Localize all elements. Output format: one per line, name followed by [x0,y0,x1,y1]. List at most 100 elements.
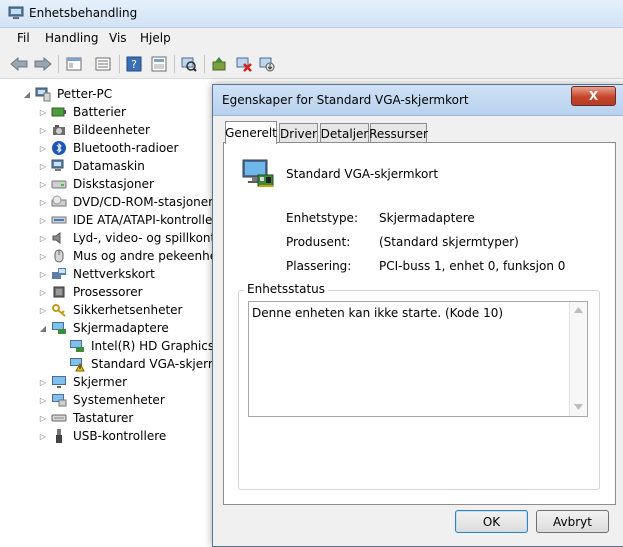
back-arrow-icon[interactable] [9,54,29,74]
keyboard-icon [51,410,67,426]
scroll-up-icon[interactable] [574,307,583,313]
collapsed-arrow-icon[interactable]: ▷ [38,247,48,265]
tree-item[interactable]: ▷ Prosessorer [38,283,145,301]
tree-item[interactable]: ▷ Datamaskin [38,157,147,175]
bluetooth-icon [51,140,67,156]
device-type-value: Skjermadaptere [379,211,475,225]
menu-action[interactable]: Handling [45,31,99,45]
properties-dialog: Egenskaper for Standard VGA-skjermkort X… [212,84,623,547]
properties-view-icon[interactable] [64,54,84,74]
device-status-textbox[interactable]: Denne enheten kan ikke starte. (Kode 10) [248,301,588,417]
status-scrollbar[interactable] [569,302,587,416]
warning-display-adapter-icon [69,356,85,372]
tab-details[interactable]: Detaljer [320,123,369,143]
tree-item-label: IDE ATA/ATAPI-kontroller [73,213,218,227]
tree-item-label: Systemenheter [73,393,165,407]
tab-driver[interactable]: Driver [279,123,318,143]
collapsed-arrow-icon[interactable]: ▷ [38,283,48,301]
collapsed-arrow-icon[interactable]: ▷ [38,175,48,193]
tree-item[interactable]: ▷ Bluetooth-radioer [38,139,180,157]
collapsed-arrow-icon[interactable]: ▷ [38,373,48,391]
tree-root[interactable]: ◢ Petter-PC [22,85,114,103]
tree-item[interactable]: ▷ IDE ATA/ATAPI-kontroller [38,211,219,229]
collapsed-arrow-icon[interactable]: ▷ [38,211,48,229]
tree-item-label: Standard VGA-skjermk [91,357,227,371]
tree-item[interactable]: ▷ Bildeenheter [38,121,152,139]
collapsed-arrow-icon[interactable]: ▷ [38,139,48,157]
tree-item-label: Prosessorer [73,285,143,299]
tree-item[interactable]: ▷ DVD/CD-ROM-stasjoner [38,193,215,211]
tree-item[interactable]: ▷ Systemenheter [38,391,167,409]
tab-general-label: Generelt [225,126,277,140]
update-driver-icon[interactable] [209,54,229,74]
tree-item[interactable]: Intel(R) HD Graphics [56,337,216,355]
tree-item[interactable]: ▷ USB-kontrollere [38,427,168,445]
list-view-icon[interactable] [93,54,113,74]
computer-icon [35,86,51,102]
scan-hardware-icon[interactable] [179,54,199,74]
ok-button[interactable]: OK [455,510,528,533]
cancel-button[interactable]: Avbryt [536,510,609,533]
display-adapter-icon [51,320,67,336]
tab-general[interactable]: Generelt [225,121,277,144]
collapsed-arrow-icon[interactable]: ▷ [38,103,48,121]
manufacturer-label: Produsent: [286,235,351,249]
tree-item[interactable]: ▷ Tastaturer [38,409,135,427]
tree-item[interactable]: ▷ Lyd-, video- og spillkontr [38,229,222,247]
collapsed-arrow-icon[interactable]: ▷ [38,157,48,175]
tree-item[interactable]: ▷ Diskstasjoner [38,175,156,193]
tree-item-label: Lyd-, video- og spillkontr [73,231,221,245]
tree-item[interactable]: ▷ Mus og andre pekeenhete [38,247,231,265]
menu-file[interactable]: Fil [17,31,30,45]
help-icon[interactable]: ? [124,54,144,74]
tree-item-label: Skjermer [73,375,128,389]
ide-controller-icon [51,212,67,228]
collapsed-arrow-icon[interactable]: ▷ [38,265,48,283]
menu-view[interactable]: Vis [109,31,127,45]
dvd-drive-icon [51,194,67,210]
forward-arrow-icon[interactable] [33,54,53,74]
menu-bar: Fil Handling Vis Hjelp [0,28,623,50]
collapsed-arrow-icon[interactable]: ▷ [38,301,48,319]
tree-item[interactable]: ▷ Batterier [38,103,128,121]
tree-item-label: Tastaturer [73,411,134,425]
tree-item-label: Bluetooth-radioer [73,141,179,155]
device-status-text: Denne enheten kan ikke starte. (Kode 10) [252,306,504,320]
tree-item[interactable]: ▷ Sikkerhetsenheter [38,301,184,319]
tab-driver-label: Driver [280,126,317,141]
tree-item[interactable]: Standard VGA-skjermk [56,355,228,373]
uninstall-device-icon[interactable] [234,54,254,74]
tree-item[interactable]: ▷ Nettverkskort [38,265,157,283]
tree-item[interactable]: ▷ Skjermer [38,373,129,391]
sound-icon [51,230,67,246]
tree-item[interactable]: ◢ Skjermadaptere [38,319,171,337]
usb-icon [51,428,67,444]
close-button[interactable]: X [571,86,616,106]
collapsed-arrow-icon[interactable]: ▷ [38,409,48,427]
processor-icon [51,284,67,300]
tree-item-label: Batterier [73,105,126,119]
scroll-down-icon[interactable] [574,404,583,410]
collapsed-arrow-icon[interactable]: ▷ [38,193,48,211]
security-device-icon [51,302,67,318]
dialog-title-bar: Egenskaper for Standard VGA-skjermkort X [213,85,623,116]
expanded-arrow-icon[interactable]: ◢ [38,319,48,337]
tree-item-label: Bildeenheter [73,123,150,137]
window-title: Enhetsbehandling [29,6,138,20]
collapsed-arrow-icon[interactable]: ▷ [38,427,48,445]
menu-help[interactable]: Hjelp [140,31,171,45]
toolbar: ? [0,50,623,79]
collapsed-arrow-icon[interactable]: ▷ [38,391,48,409]
tab-resources[interactable]: Ressurser [369,123,428,143]
collapsed-arrow-icon[interactable]: ▷ [38,229,48,247]
enable-device-icon[interactable] [257,54,277,74]
tab-details-label: Detaljer [320,126,369,141]
device-tree: ◢ Petter-PC ▷ Batterier ▷ Bildeenheter ▷ Blue… [0,80,229,545]
computer-icon [51,158,67,174]
show-hidden-icon[interactable] [149,54,169,74]
device-type-label: Enhetstype: [286,211,358,225]
collapsed-arrow-icon[interactable]: ▷ [38,121,48,139]
tab-resources-label: Ressurser [369,126,428,141]
expanded-arrow-icon[interactable]: ◢ [22,85,32,103]
